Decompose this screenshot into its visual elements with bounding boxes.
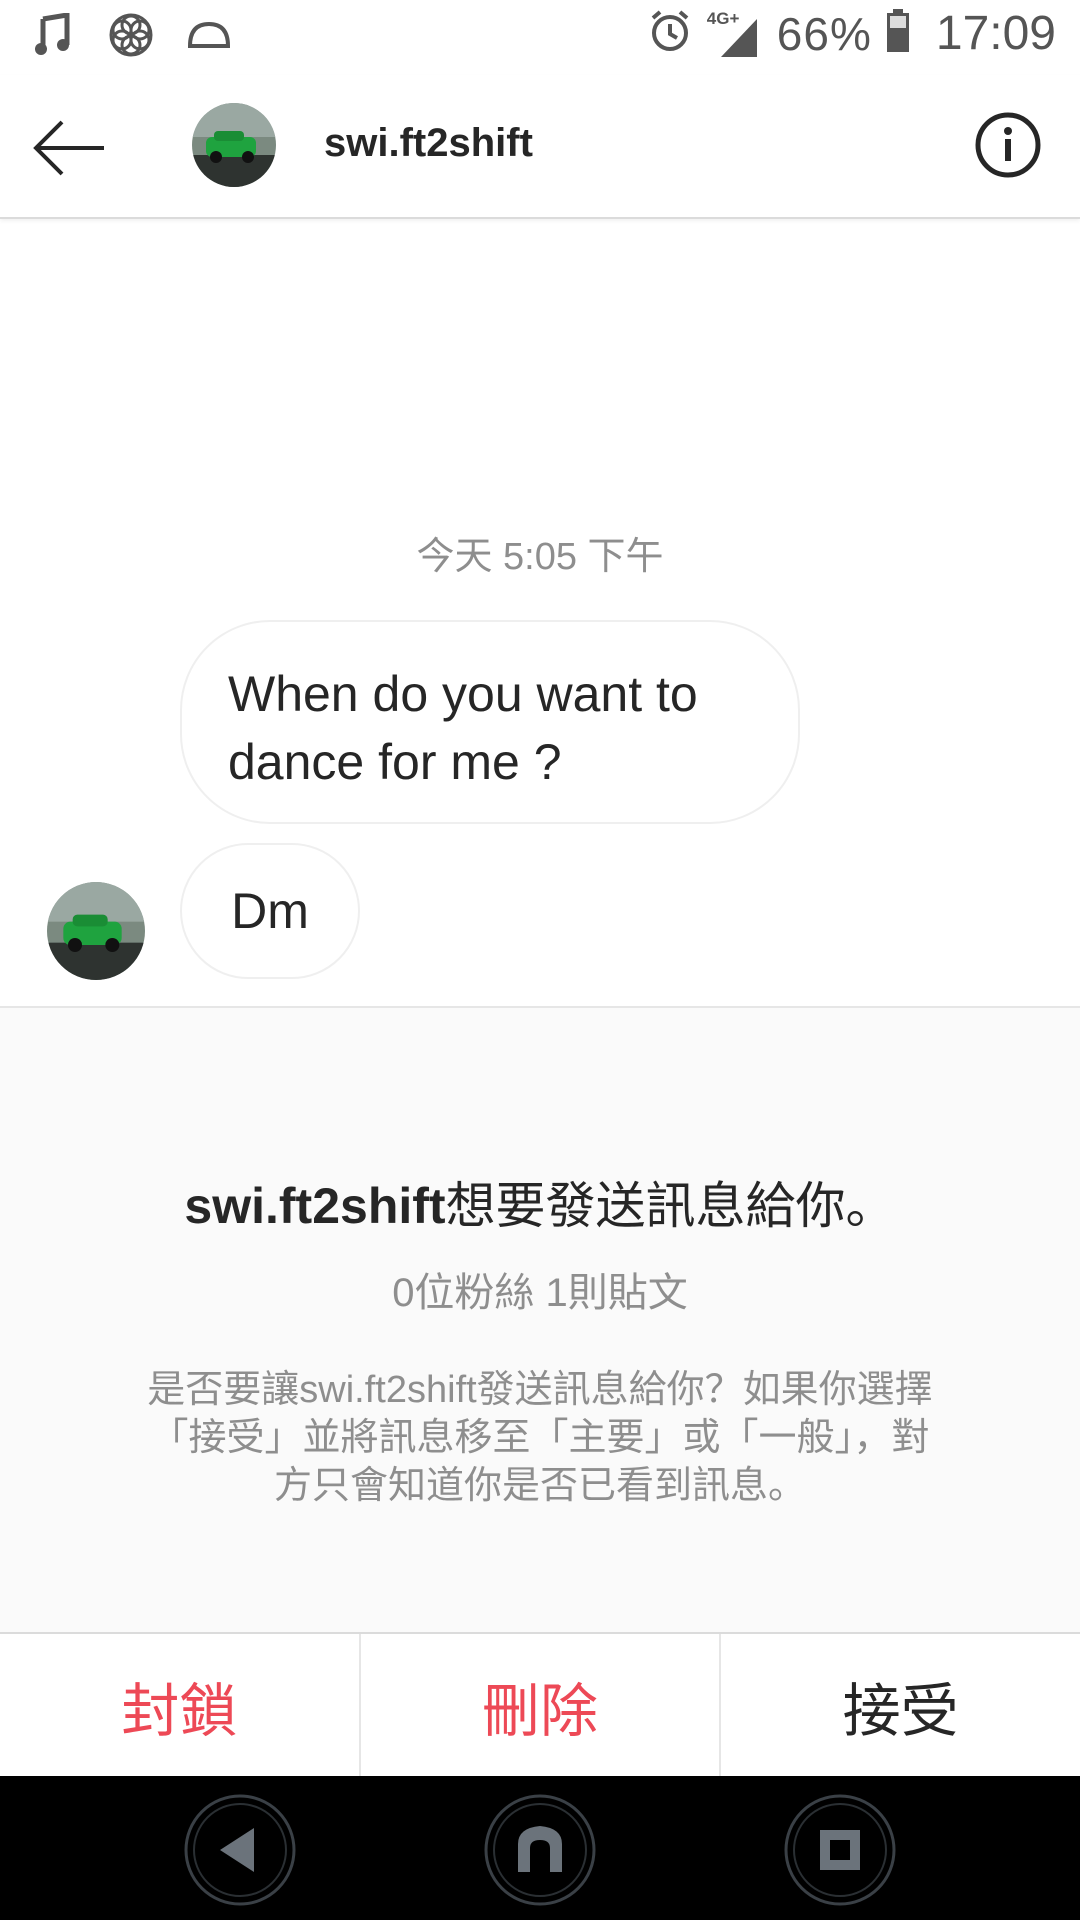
nav-home-button[interactable] xyxy=(480,1790,600,1910)
request-title-user: swi.ft2shift xyxy=(184,1178,446,1234)
request-stats: 0位粉絲 1則貼文 xyxy=(392,1271,688,1315)
recents-square-icon xyxy=(784,1794,896,1906)
status-bar: 4G+ 66% 17:09 xyxy=(0,0,1080,75)
clock: 17:09 xyxy=(935,7,1056,60)
info-icon xyxy=(975,112,1041,178)
request-actions: 封鎖 刪除 接受 xyxy=(0,1632,1080,1778)
request-title: swi.ft2shift想要發送訊息給你。 xyxy=(0,1166,1080,1238)
music-note-icon xyxy=(30,12,76,58)
message-bubble[interactable]: When do you want to dance for me ? xyxy=(180,620,800,824)
nav-back-button[interactable] xyxy=(180,1790,300,1910)
signal-4g-icon: 4G+ xyxy=(707,9,763,59)
request-description: 是否要讓swi.ft2shift發送訊息給你？如果你選擇「接受」並將訊息移至「主… xyxy=(147,1369,933,1507)
message-timestamp: 今天 5:05 下午 xyxy=(416,536,664,578)
battery-percent: 66% xyxy=(776,7,872,60)
block-button[interactable]: 封鎖 xyxy=(0,1634,361,1778)
thread-header: swi.ft2shift xyxy=(0,75,1080,219)
home-icon xyxy=(484,1794,596,1906)
request-title-suffix: 想要發送訊息給你。 xyxy=(445,1178,896,1234)
back-button[interactable] xyxy=(30,113,110,183)
dome-icon xyxy=(186,12,232,58)
header-username[interactable]: swi.ft2shift xyxy=(324,121,533,166)
message-request-panel: swi.ft2shift想要發送訊息給你。 0位粉絲 1則貼文 是否要讓swi.… xyxy=(0,1006,1080,1634)
back-triangle-icon xyxy=(184,1794,296,1906)
sender-avatar[interactable] xyxy=(47,882,145,980)
navigation-bar xyxy=(0,1776,1080,1920)
info-button[interactable] xyxy=(974,111,1042,179)
delete-button[interactable]: 刪除 xyxy=(361,1634,722,1778)
battery-icon xyxy=(886,9,910,58)
message-bubble[interactable]: Dm xyxy=(180,843,360,979)
nav-recents-button[interactable] xyxy=(780,1790,900,1910)
flower-icon xyxy=(108,12,154,58)
arrow-left-icon xyxy=(33,120,104,176)
avatar[interactable] xyxy=(192,103,276,187)
alarm-icon xyxy=(647,8,693,59)
message-text: Dm xyxy=(231,883,309,939)
accept-button[interactable]: 接受 xyxy=(721,1634,1080,1778)
message-text: When do you want to dance for me ? xyxy=(228,666,698,790)
